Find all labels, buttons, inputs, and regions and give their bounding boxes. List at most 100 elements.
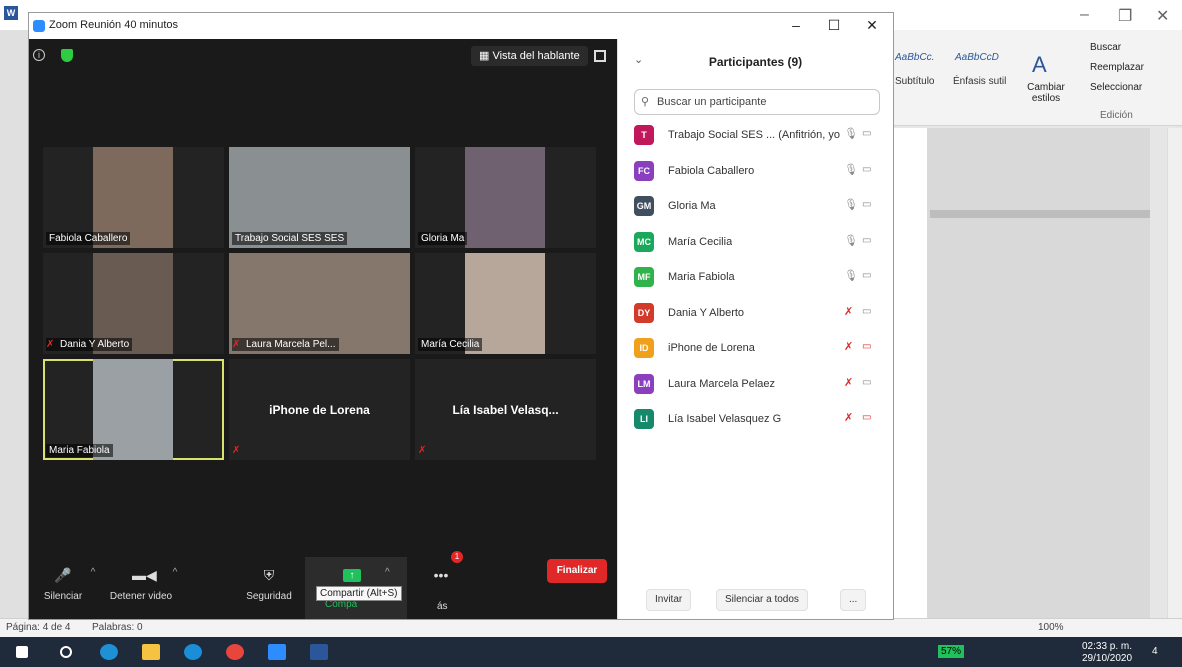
change-styles-icon: A: [1032, 52, 1047, 77]
word-taskbar-icon[interactable]: [310, 644, 328, 660]
participant-row[interactable]: ID iPhone de Lorena ✗ ▭: [634, 336, 882, 360]
zoom-taskbar-icon[interactable]: [268, 644, 286, 660]
windows-start-icon[interactable]: [16, 646, 28, 658]
participants-more-button[interactable]: ...: [840, 589, 867, 611]
info-icon[interactable]: i: [33, 49, 45, 61]
participant-avatar: MF: [634, 267, 654, 287]
restore-icon[interactable]: ❐: [1118, 6, 1132, 26]
zoom-maximize-icon[interactable]: ☐: [819, 17, 849, 34]
chrome-icon[interactable]: [226, 644, 244, 660]
security-button[interactable]: ⛨ Seguridad: [241, 567, 297, 602]
status-words[interactable]: Palabras: 0: [92, 622, 143, 633]
video-camera-icon: ▭: [862, 199, 872, 210]
video-tile[interactable]: Laura Marcela Pel... ✗: [229, 253, 410, 354]
select-button[interactable]: Seleccionar: [1090, 82, 1142, 93]
microphone-icon: 🎙: [844, 270, 858, 282]
participant-row[interactable]: MF Maria Fabiola 🎙 ▭: [634, 265, 882, 289]
editing-group-label: Edición: [1100, 110, 1133, 121]
speaker-view-button[interactable]: ▦ Vista del hablante: [471, 46, 588, 66]
share-options-chevron-icon[interactable]: ^: [385, 567, 390, 578]
zoom-close-icon[interactable]: ✕: [857, 17, 887, 34]
zoom-titlebar: Zoom Reunión 40 minutos – ☐ ✕: [29, 13, 893, 39]
security-label: Seguridad: [246, 591, 292, 602]
stop-video-label: Detener video: [109, 591, 173, 602]
file-explorer-icon[interactable]: [142, 644, 160, 660]
share-arrow-icon: ↑: [343, 569, 361, 582]
video-tile[interactable]: María Cecilia: [415, 253, 596, 354]
zoom-window-title: Zoom Reunión 40 minutos: [49, 19, 179, 31]
participant-name: iPhone de Lorena: [668, 342, 755, 354]
participant-name: Gloria Ma: [668, 200, 716, 212]
participant-name: Trabajo Social SES ... (Anfitrión, yo): [668, 129, 840, 141]
video-tile[interactable]: Maria Fabiola: [43, 359, 224, 460]
participant-search-input[interactable]: ⚲ Buscar un participante: [634, 89, 880, 115]
participant-row[interactable]: GM Gloria Ma 🎙 ▭: [634, 194, 882, 218]
fullscreen-icon[interactable]: [594, 50, 606, 62]
video-tile[interactable]: Lía Isabel Velasq... ✗: [415, 359, 596, 460]
mute-all-button[interactable]: Silenciar a todos: [716, 589, 808, 611]
zoom-minimize-icon[interactable]: –: [781, 17, 811, 33]
muted-mic-icon: ✗: [232, 445, 241, 456]
style-subtitle[interactable]: Subtítulo: [895, 76, 934, 87]
audio-options-chevron-icon[interactable]: ^: [87, 567, 99, 578]
video-camera-icon: ▭: [862, 270, 872, 281]
status-page[interactable]: Página: 4 de 4: [6, 622, 71, 633]
video-tile[interactable]: Trabajo Social SES SES: [229, 147, 410, 248]
encryption-shield-icon[interactable]: [61, 49, 73, 62]
participants-footer: Invitar Silenciar a todos ...: [618, 579, 894, 619]
participant-row[interactable]: LI Lía Isabel Velasquez G ✗ ▭: [634, 407, 882, 431]
video-tile[interactable]: Gloria Ma: [415, 147, 596, 248]
edge-icon[interactable]: [100, 644, 118, 660]
participant-row[interactable]: LM Laura Marcela Pelaez ✗ ▭: [634, 372, 882, 396]
participant-row[interactable]: DY Dania Y Alberto ✗ ▭: [634, 301, 882, 325]
battery-indicator[interactable]: 57%: [938, 645, 965, 658]
microphone-icon: 🎙: [844, 199, 858, 211]
video-tile[interactable]: Fabiola Caballero: [43, 147, 224, 248]
app-icon[interactable]: [184, 644, 202, 660]
zoom-level[interactable]: 100%: [1038, 622, 1064, 633]
video-tile[interactable]: Dania Y Alberto ✗: [43, 253, 224, 354]
style-sample-2[interactable]: AaBbCcD: [955, 52, 999, 63]
video-camera-icon: ▬◀: [132, 567, 157, 583]
clock-time[interactable]: 02:33 p. m.: [1082, 641, 1132, 652]
search-placeholder: Buscar un participante: [657, 96, 767, 108]
mute-button[interactable]: 🎤 Silenciar: [41, 567, 85, 602]
invite-button[interactable]: Invitar: [646, 589, 692, 611]
participant-row[interactable]: T Trabajo Social SES ... (Anfitrión, yo) 🎙…: [634, 123, 882, 147]
vertical-scrollbar[interactable]: [1167, 128, 1182, 618]
speaker-view-label: Vista del hablante: [492, 50, 580, 62]
participant-video: [465, 147, 545, 248]
more-dots-icon: •••: [433, 567, 449, 583]
replace-button[interactable]: Reemplazar: [1090, 62, 1144, 73]
tile-name-label: Trabajo Social SES SES: [232, 232, 348, 245]
participant-row[interactable]: FC Fabiola Caballero 🎙 ▭: [634, 159, 882, 183]
close-icon[interactable]: ✕: [1156, 6, 1169, 26]
more-button[interactable]: ••• ás: [421, 567, 461, 612]
change-styles-button[interactable]: Cambiar estilos: [1026, 82, 1066, 104]
style-sample-1[interactable]: AaBbCc.: [895, 52, 934, 63]
word-page[interactable]: [893, 128, 927, 618]
participant-avatar: T: [634, 125, 654, 145]
video-tile[interactable]: iPhone de Lorena ✗: [229, 359, 410, 460]
video-camera-icon: ▭: [862, 163, 872, 175]
participant-name: María Cecilia: [668, 235, 733, 248]
find-button[interactable]: Buscar: [1090, 42, 1121, 53]
microphone-icon: 🎙: [844, 163, 858, 176]
search-icon[interactable]: [60, 646, 72, 658]
end-meeting-button[interactable]: Finalizar: [547, 559, 607, 583]
notifications-icon[interactable]: 4: [1152, 646, 1158, 657]
video-area: i ▦ Vista del hablante Fabiola Caballero…: [29, 39, 617, 619]
video-options-chevron-icon[interactable]: ^: [169, 567, 181, 578]
participant-row[interactable]: MC María Cecilia 🎙 ▭: [634, 230, 882, 254]
clock-date[interactable]: 29/10/2020: [1082, 653, 1132, 664]
stop-video-button[interactable]: ▬◀ Detener video: [105, 567, 177, 602]
muted-mic-icon: ✗: [844, 412, 854, 424]
muted-mic-icon: ✗: [844, 305, 854, 318]
participants-panel: ⌄ Participantes (9) ⚲ Buscar un particip…: [617, 39, 893, 619]
word-left-strip: [0, 30, 30, 618]
style-emphasis[interactable]: Énfasis sutil: [953, 76, 1006, 87]
microphone-icon: 🎙: [844, 234, 858, 247]
participant-avatar: LM: [634, 373, 654, 394]
minimize-icon[interactable]: –: [1080, 6, 1089, 24]
tile-name-label: Gloria Ma: [418, 232, 468, 245]
